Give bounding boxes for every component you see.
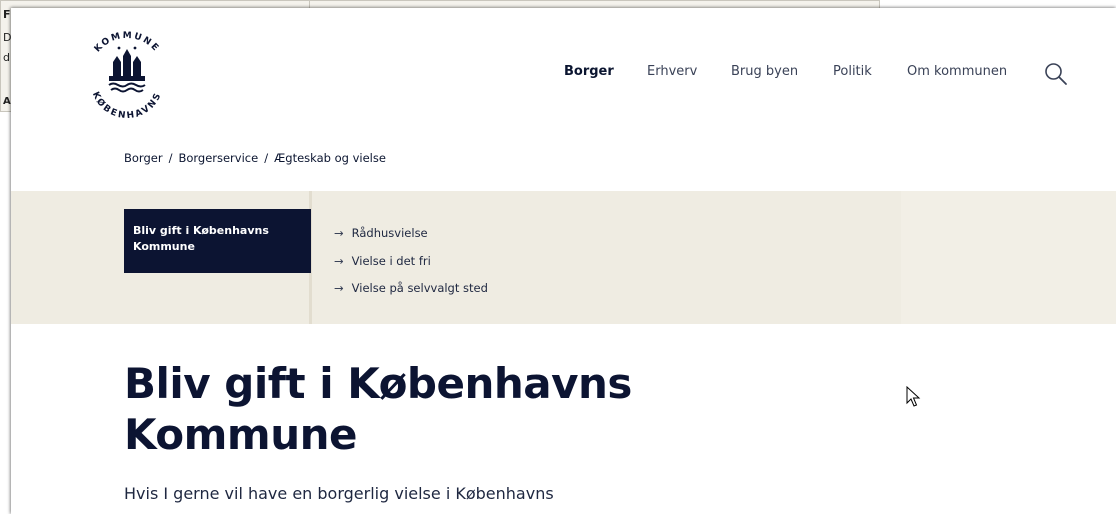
- page-title: Bliv gift i Københavns Kommune: [124, 358, 632, 460]
- subnav-link-selvvalgt-sted[interactable]: → Vielse på selvvalgt sted: [334, 281, 488, 295]
- subnav-link-vielse-i-det-fri[interactable]: → Vielse i det fri: [334, 254, 431, 268]
- mouse-cursor-icon: [906, 386, 921, 407]
- breadcrumb-separator: /: [264, 151, 269, 165]
- background-text: A: [3, 96, 11, 107]
- subnav-link-label: Rådhusvielse: [351, 226, 428, 240]
- subnav-link-radhusvielse[interactable]: → Rådhusvielse: [334, 226, 428, 240]
- breadcrumb-item[interactable]: Borger: [124, 151, 163, 165]
- subnav-link-label: Vielse i det fri: [351, 254, 431, 268]
- subnav-link-label: Vielse på selvvalgt sted: [351, 281, 488, 295]
- svg-text:KØBENHAVNS: KØBENHAVNS: [90, 90, 164, 118]
- arrow-right-icon: →: [334, 281, 344, 295]
- arrow-right-icon: →: [334, 226, 344, 240]
- page-title-line: Kommune: [124, 410, 357, 459]
- search-icon[interactable]: [1043, 61, 1069, 87]
- nav-item-om-kommunen[interactable]: Om kommunen: [907, 64, 1007, 79]
- breadcrumb-item[interactable]: Borgerservice: [178, 151, 258, 165]
- nav-item-brug-byen[interactable]: Brug byen: [731, 64, 798, 79]
- subnav-active-item[interactable]: Bliv gift i Københavns Kommune: [124, 209, 311, 273]
- nav-item-erhverv[interactable]: Erhverv: [647, 64, 697, 79]
- breadcrumb-item-current[interactable]: Ægteskab og vielse: [274, 151, 386, 165]
- breadcrumb-separator: /: [168, 151, 173, 165]
- kobenhavns-kommune-logo[interactable]: KOMMUNE KØBENHAVNS: [79, 22, 175, 118]
- page-title-line: Bliv gift i Københavns: [124, 359, 632, 408]
- breadcrumb: Borger / Borgerservice / Ægteskab og vielse: [124, 151, 386, 165]
- subnav-band-extension: [901, 191, 1116, 324]
- arrow-right-icon: →: [334, 254, 344, 268]
- background-text: d: [3, 51, 10, 64]
- intro-paragraph: Hvis I gerne vil have en borgerlig viels…: [124, 484, 554, 503]
- nav-item-borger[interactable]: Borger: [564, 64, 614, 79]
- browser-page: KOMMUNE KØBENHAVNS Borger Erhverv Brug b…: [11, 8, 1116, 514]
- nav-item-politik[interactable]: Politik: [833, 64, 872, 79]
